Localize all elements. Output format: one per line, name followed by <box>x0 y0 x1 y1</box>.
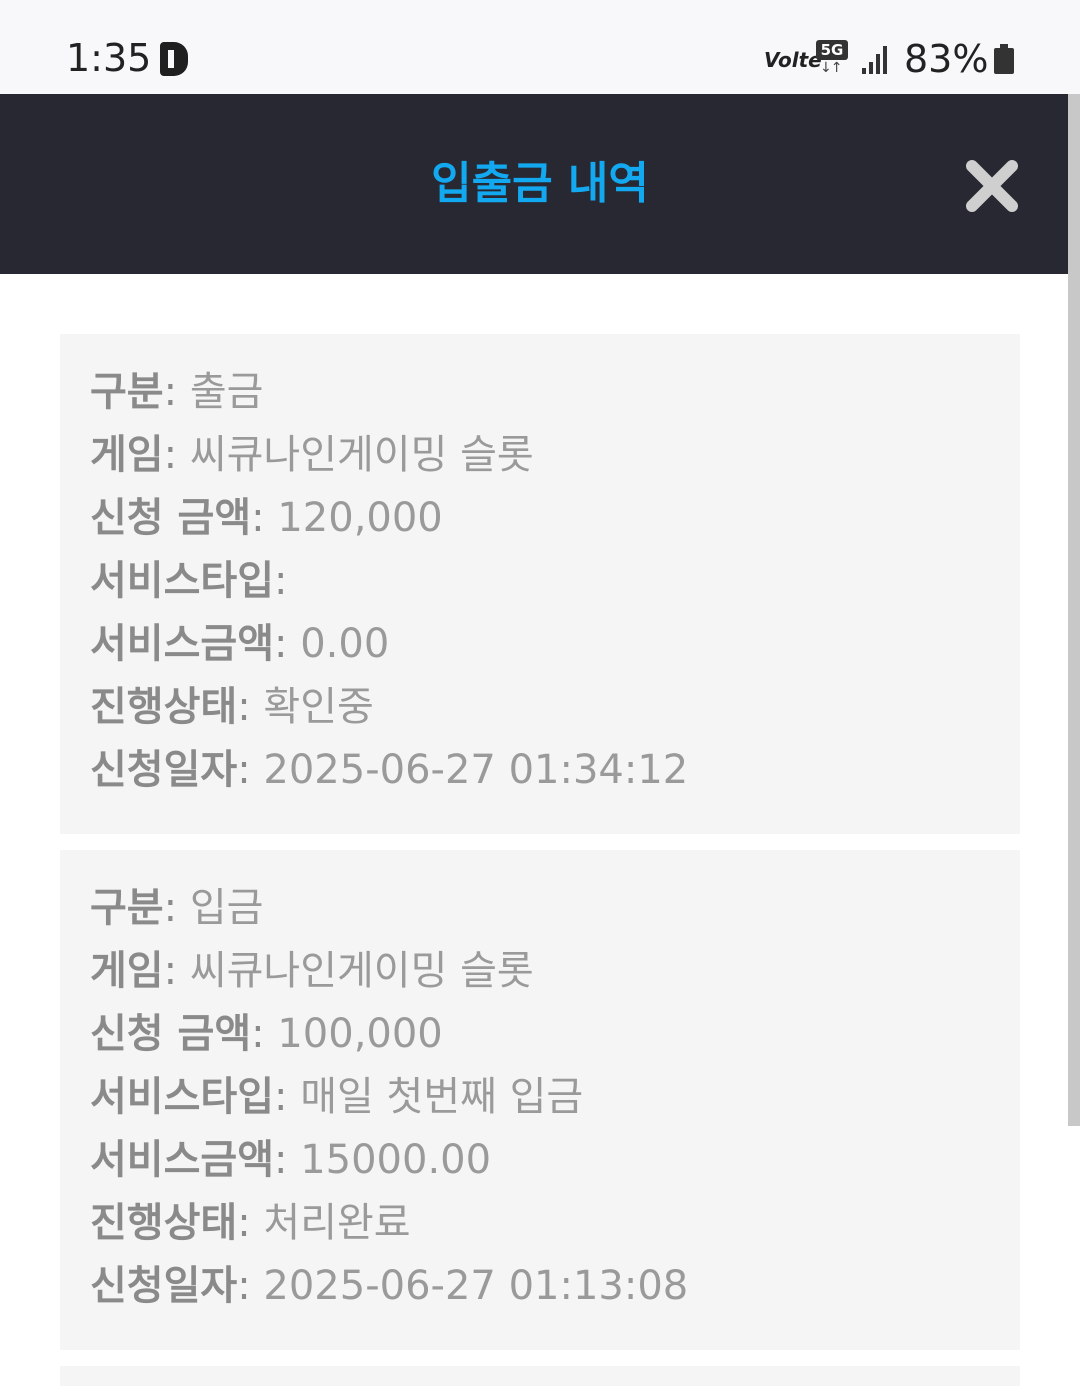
status-row: 진행상태: 확인중 <box>90 684 374 730</box>
battery-level: 83% <box>904 37 989 81</box>
date-row: 신청일자: 2025-06-27 01:13:08 <box>90 1263 689 1309</box>
transaction-card <box>60 1366 1020 1386</box>
volte-icon: Volte <box>764 48 822 72</box>
service-type-row: 서비스타입: 매일 첫번째 입금 <box>90 1074 584 1120</box>
5g-icon: 5G ↓↑ <box>816 40 848 76</box>
status-row: 진행상태: 처리완료 <box>90 1200 411 1246</box>
date-row: 신청일자: 2025-06-27 01:34:12 <box>90 747 689 793</box>
signal-icon <box>862 44 890 74</box>
5g-label: 5G <box>816 40 848 60</box>
amount-row: 신청 금액: 120,000 <box>90 495 443 541</box>
service-amount-row: 서비스금액: 0.00 <box>90 621 390 667</box>
type-row: 구분: 출금 <box>90 369 264 415</box>
transaction-card: 구분: 입금 게임: 씨큐나인게이밍 슬롯 신청 금액: 100,000 서비스… <box>60 850 1020 1350</box>
status-time: 1:35 <box>66 36 152 80</box>
close-button[interactable] <box>962 158 1022 214</box>
status-bar: 1:35 Volte 5G ↓↑ 83% <box>0 0 1080 94</box>
amount-row: 신청 금액: 100,000 <box>90 1011 443 1057</box>
service-amount-row: 서비스금액: 15000.00 <box>90 1137 492 1183</box>
page-title: 입출금 내역 <box>431 158 649 209</box>
battery-icon <box>994 44 1014 74</box>
app-notification-icon <box>160 42 188 76</box>
service-type-row: 서비스타입: <box>90 558 288 604</box>
close-icon <box>966 160 1018 212</box>
data-arrows-icon: ↓↑ <box>820 60 842 76</box>
transaction-card: 구분: 출금 게임: 씨큐나인게이밍 슬롯 신청 금액: 120,000 서비스… <box>60 334 1020 834</box>
scrollbar[interactable] <box>1068 94 1080 1126</box>
game-row: 게임: 씨큐나인게이밍 슬롯 <box>90 432 534 478</box>
game-row: 게임: 씨큐나인게이밍 슬롯 <box>90 948 534 994</box>
page-header: 입출금 내역 <box>0 94 1068 274</box>
type-row: 구분: 입금 <box>90 885 264 931</box>
